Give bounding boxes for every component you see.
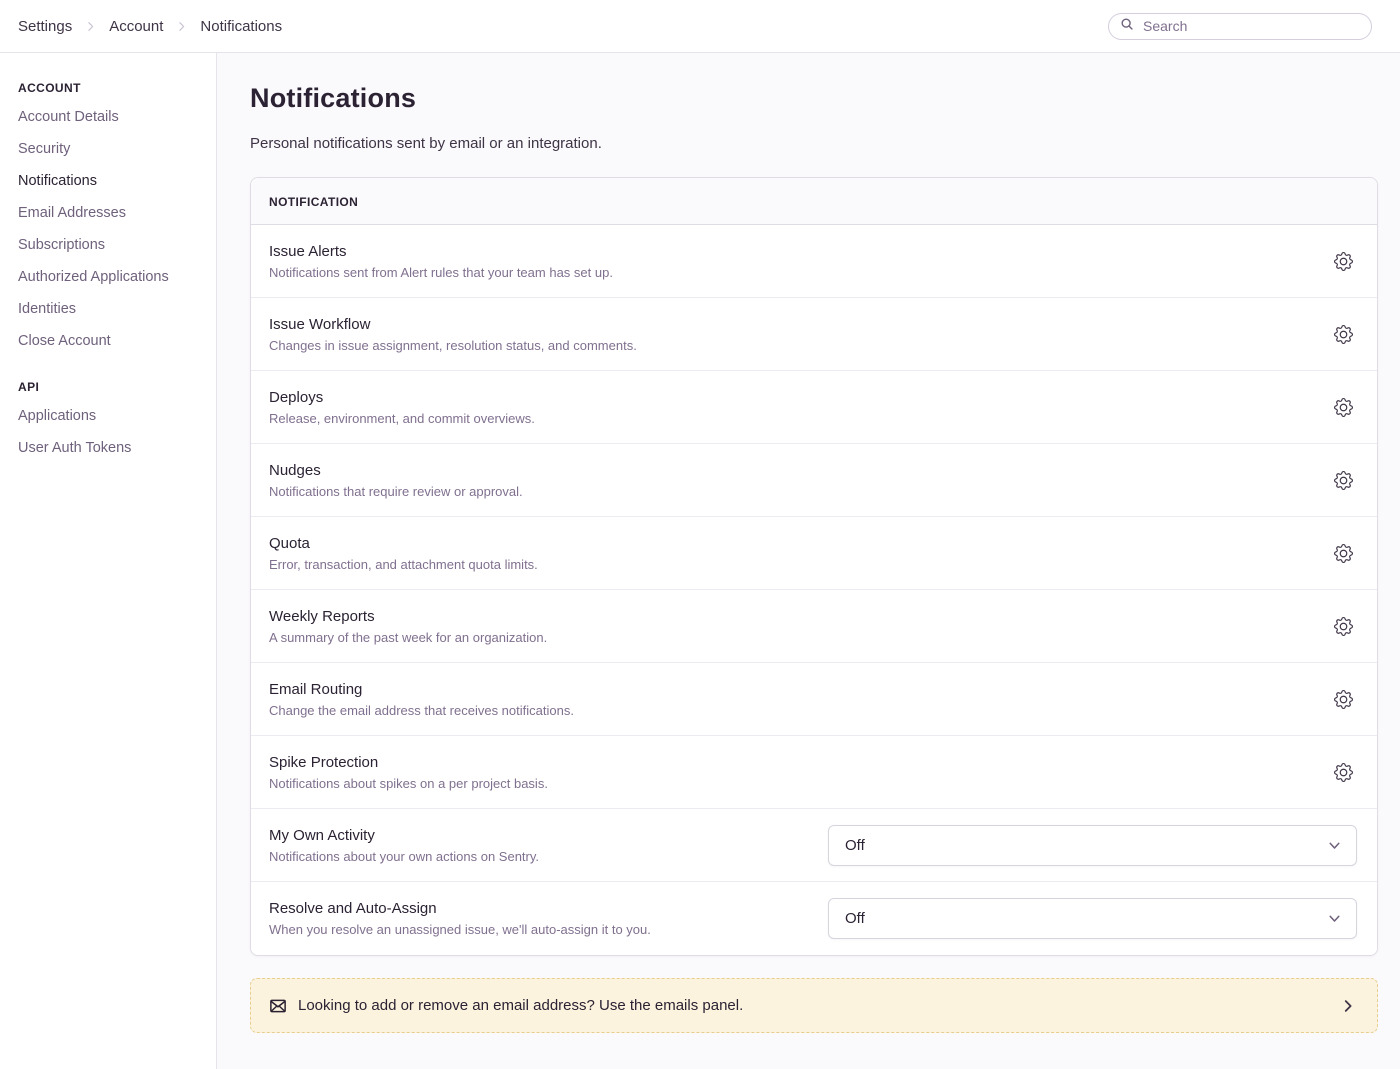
resolve-and-auto-assign-select[interactable]: Off (828, 898, 1357, 939)
table-row-weekly-reports: Weekly Reports A summary of the past wee… (251, 590, 1377, 663)
notification-title: Issue Workflow (269, 316, 637, 333)
notification-description: Notifications that require review or app… (269, 484, 523, 499)
table-row-email-routing: Email Routing Change the email address t… (251, 663, 1377, 736)
sidebar-item-close-account[interactable]: Close Account (18, 332, 198, 350)
sidebar-section-account: ACCOUNT (18, 81, 198, 95)
panel-body: Issue Alerts Notifications sent from Ale… (251, 225, 1377, 955)
gear-icon (1334, 252, 1353, 271)
notifications-panel: NOTIFICATION Issue Alerts Notifications … (250, 177, 1378, 956)
chevron-down-icon (1326, 910, 1343, 927)
notification-description: Release, environment, and commit overvie… (269, 411, 535, 426)
chevron-down-icon (1326, 837, 1343, 854)
table-row-deploys: Deploys Release, environment, and commit… (251, 371, 1377, 444)
row-text: Quota Error, transaction, and attachment… (269, 535, 538, 572)
notification-description: Error, transaction, and attachment quota… (269, 557, 538, 572)
notification-description: Notifications about your own actions on … (269, 849, 539, 864)
row-text: Deploys Release, environment, and commit… (269, 389, 535, 426)
row-text: Issue Alerts Notifications sent from Ale… (269, 243, 613, 280)
notification-description: A summary of the past week for an organi… (269, 630, 547, 645)
chevron-right-icon (1339, 997, 1357, 1015)
gear-icon (1334, 617, 1353, 636)
notification-title: My Own Activity (269, 827, 539, 844)
sidebar-item-authorized-applications[interactable]: Authorized Applications (18, 268, 198, 286)
page-description: Personal notifications sent by email or … (250, 135, 1378, 152)
sidebar-item-identities[interactable]: Identities (18, 300, 198, 318)
my-own-activity-select[interactable]: Off (828, 825, 1357, 866)
gear-icon (1334, 398, 1353, 417)
notification-title: Quota (269, 535, 538, 552)
notification-description: Changes in issue assignment, resolution … (269, 338, 637, 353)
quota-settings-button[interactable] (1330, 540, 1357, 567)
table-row-issue-workflow: Issue Workflow Changes in issue assignme… (251, 298, 1377, 371)
notification-title: Issue Alerts (269, 243, 613, 260)
row-text: Spike Protection Notifications about spi… (269, 754, 548, 791)
search-icon (1120, 17, 1134, 36)
select-value: Off (845, 837, 865, 854)
main-content: Notifications Personal notifications sen… (217, 53, 1400, 1069)
search-input[interactable] (1108, 13, 1372, 40)
sidebar-item-subscriptions[interactable]: Subscriptions (18, 236, 198, 254)
gear-icon (1334, 471, 1353, 490)
sidebar-section-api: API (18, 380, 198, 394)
weekly-reports-settings-button[interactable] (1330, 613, 1357, 640)
row-text: Issue Workflow Changes in issue assignme… (269, 316, 637, 353)
table-row-resolve-and-auto-assign: Resolve and Auto-Assign When you resolve… (251, 882, 1377, 955)
nudges-settings-button[interactable] (1330, 467, 1357, 494)
top-bar: Settings Account Notifications (0, 0, 1400, 53)
banner-text: Looking to add or remove an email addres… (298, 997, 743, 1014)
breadcrumb-item-notifications[interactable]: Notifications (200, 18, 282, 35)
issue-workflow-settings-button[interactable] (1330, 321, 1357, 348)
select-value: Off (845, 910, 865, 927)
search-field[interactable] (1141, 17, 1360, 35)
gear-icon (1334, 544, 1353, 563)
panel-header: NOTIFICATION (251, 178, 1377, 225)
notification-description: Notifications sent from Alert rules that… (269, 265, 613, 280)
notification-title: Weekly Reports (269, 608, 547, 625)
notification-title: Deploys (269, 389, 535, 406)
issue-alerts-settings-button[interactable] (1330, 248, 1357, 275)
mail-icon (269, 997, 287, 1015)
row-text: Resolve and Auto-Assign When you resolve… (269, 900, 651, 937)
table-row-nudges: Nudges Notifications that require review… (251, 444, 1377, 517)
notification-title: Nudges (269, 462, 523, 479)
chevron-right-icon (175, 20, 188, 33)
sidebar-item-account-details[interactable]: Account Details (18, 108, 198, 126)
email-panel-banner[interactable]: Looking to add or remove an email addres… (250, 978, 1378, 1033)
sidebar-item-email-addresses[interactable]: Email Addresses (18, 204, 198, 222)
table-row-spike-protection: Spike Protection Notifications about spi… (251, 736, 1377, 809)
notification-title: Spike Protection (269, 754, 548, 771)
page-title: Notifications (250, 83, 1378, 114)
table-row-my-own-activity: My Own Activity Notifications about your… (251, 809, 1377, 882)
notification-description: Notifications about spikes on a per proj… (269, 776, 548, 791)
row-text: My Own Activity Notifications about your… (269, 827, 539, 864)
breadcrumb-item-account[interactable]: Account (109, 18, 163, 35)
sidebar: ACCOUNT Account Details Security Notificati… (0, 53, 217, 1069)
notification-title: Email Routing (269, 681, 574, 698)
notification-description: Change the email address that receives n… (269, 703, 574, 718)
row-text: Email Routing Change the email address t… (269, 681, 574, 718)
table-row-issue-alerts: Issue Alerts Notifications sent from Ale… (251, 225, 1377, 298)
notification-description: When you resolve an unassigned issue, we… (269, 922, 651, 937)
row-text: Nudges Notifications that require review… (269, 462, 523, 499)
sidebar-item-user-auth-tokens[interactable]: User Auth Tokens (18, 439, 198, 457)
sidebar-item-applications[interactable]: Applications (18, 407, 198, 425)
gear-icon (1334, 763, 1353, 782)
deploys-settings-button[interactable] (1330, 394, 1357, 421)
gear-icon (1334, 325, 1353, 344)
email-routing-settings-button[interactable] (1330, 686, 1357, 713)
chevron-right-icon (84, 20, 97, 33)
spike-protection-settings-button[interactable] (1330, 759, 1357, 786)
sidebar-item-notifications[interactable]: Notifications (18, 172, 198, 190)
row-text: Weekly Reports A summary of the past wee… (269, 608, 547, 645)
gear-icon (1334, 690, 1353, 709)
table-row-quota: Quota Error, transaction, and attachment… (251, 517, 1377, 590)
notification-title: Resolve and Auto-Assign (269, 900, 651, 917)
breadcrumb: Settings Account Notifications (18, 18, 282, 35)
sidebar-item-security[interactable]: Security (18, 140, 198, 158)
breadcrumb-item-settings[interactable]: Settings (18, 18, 72, 35)
